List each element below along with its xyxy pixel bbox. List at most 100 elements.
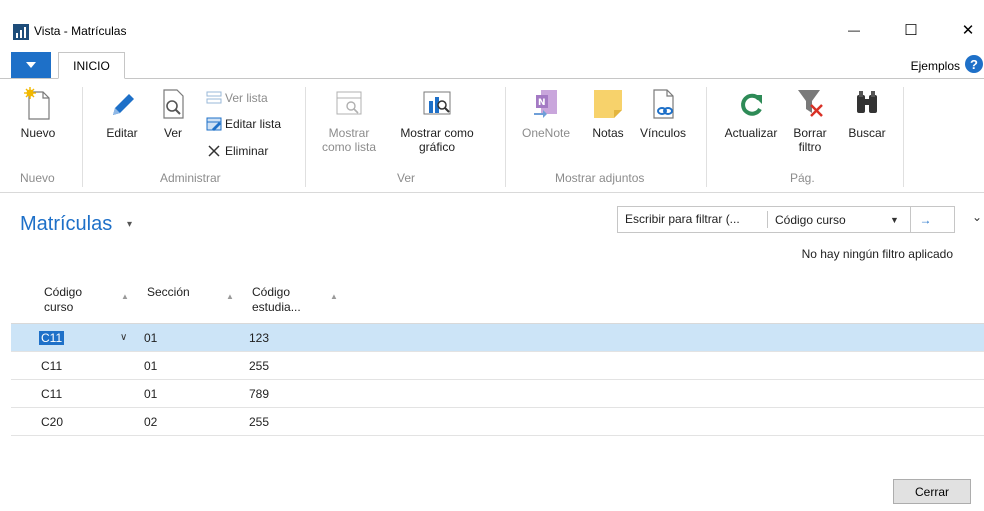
maximize-icon: ☐ (904, 22, 918, 39)
actualizar-button[interactable]: Actualizar (718, 85, 784, 140)
cell-text: C11 (39, 331, 65, 345)
binoculars-icon (849, 85, 885, 123)
title-bar: Vista - Matrículas — ☐ ✕ (0, 0, 984, 48)
cell-codigo-curso: C11 (41, 387, 63, 401)
clear-filter-icon (792, 85, 828, 123)
mostrar-grafico-label-1: Mostrar como (400, 126, 474, 140)
mostrar-lista-label-2: como lista (321, 140, 377, 154)
cell-codigo-estudiante: 255 (249, 415, 270, 429)
close-icon: ✕ (961, 22, 975, 39)
cell-codigo-estudiante: 255 (249, 359, 270, 373)
ver-lista-button[interactable]: Ver lista (205, 88, 268, 108)
mostrar-como-grafico-button[interactable]: Mostrar como gráfico (394, 85, 480, 154)
editar-label: Editar (106, 126, 138, 140)
notas-label: Notas (592, 126, 624, 140)
minimize-button[interactable]: — (836, 18, 872, 42)
triangle-down-icon (26, 62, 36, 68)
cell-seccion: 02 (144, 415, 158, 429)
table-row[interactable]: C11 01 789 (11, 380, 984, 408)
group-label-nuevo: Nuevo (20, 171, 55, 185)
ver-lista-label: Ver lista (225, 91, 268, 105)
file-menu-button[interactable] (11, 52, 51, 78)
onenote-button[interactable]: N OneNote (516, 85, 576, 140)
filter-go-button[interactable]: → (910, 207, 940, 232)
show-as-list-icon (331, 85, 367, 123)
cell-codigo-estudiante: 123 (249, 331, 270, 345)
show-as-chart-icon (419, 85, 455, 123)
borrar-filtro-button[interactable]: Borrar filtro (789, 85, 831, 154)
group-label-mostrar-adjuntos: Mostrar adjuntos (555, 171, 645, 185)
tab-inicio[interactable]: INICIO (58, 52, 125, 79)
mostrar-como-lista-button[interactable]: Mostrar como lista (318, 85, 380, 154)
cell-seccion: 01 (144, 331, 158, 345)
onenote-icon: N (528, 85, 564, 123)
vinculos-button[interactable]: Vínculos (638, 85, 688, 140)
buscar-button[interactable]: Buscar (845, 85, 889, 140)
onenote-label: OneNote (521, 126, 571, 140)
column-header-codigo-estudiante[interactable]: Código estudia... (252, 285, 301, 315)
editar-button[interactable]: Editar (100, 85, 144, 140)
nuevo-button[interactable]: Nuevo (16, 85, 60, 140)
view-document-icon (155, 85, 191, 123)
vinculos-label: Vínculos (639, 126, 687, 140)
borrar-filtro-label-2: filtro (798, 140, 822, 154)
column-header-codigo-curso[interactable]: Código curso (44, 285, 82, 315)
group-label-pag: Pág. (790, 171, 815, 185)
column-header-label: estudia... (252, 300, 301, 314)
link-document-icon (645, 85, 681, 123)
sort-arrow-icon[interactable]: ▲ (330, 292, 338, 301)
cell-seccion: 01 (144, 359, 158, 373)
edit-list-icon (205, 116, 223, 132)
cell-codigo-curso: C11 (41, 359, 63, 373)
actualizar-label: Actualizar (724, 126, 778, 140)
column-header-label: Sección (147, 285, 190, 299)
page-title: Matrículas (20, 213, 113, 235)
sort-arrow-icon[interactable]: ▲ (226, 292, 234, 301)
table-row[interactable]: C11 ∨ 01 123 (11, 324, 984, 352)
table-row[interactable]: C20 02 255 (11, 408, 984, 436)
editar-lista-label: Editar lista (225, 117, 282, 131)
mostrar-grafico-label-2: gráfico (418, 140, 456, 154)
cell-codigo-estudiante: 789 (249, 387, 270, 401)
cell-codigo-curso[interactable]: C11 (39, 331, 65, 345)
filter-field-select[interactable]: Código curso (768, 213, 890, 227)
close-window-button[interactable]: ✕ (950, 18, 984, 42)
refresh-icon (733, 85, 769, 123)
collapse-filter-icon[interactable]: ⌄ (972, 210, 982, 224)
mostrar-lista-label-1: Mostrar (328, 126, 370, 140)
notas-button[interactable]: Notas (588, 85, 628, 140)
row-dropdown-icon[interactable]: ∨ (120, 332, 127, 343)
ver-button[interactable]: Ver (156, 85, 190, 140)
cerrar-button[interactable]: Cerrar (893, 479, 971, 504)
ribbon-separator (305, 87, 306, 187)
ver-label: Ver (163, 126, 182, 140)
borrar-filtro-label-1: Borrar (793, 126, 827, 140)
chevron-down-icon[interactable]: ▼ (890, 215, 910, 225)
app-logo-icon (13, 24, 29, 40)
ribbon-separator (82, 87, 83, 187)
ribbon-tab-row: INICIO Ejemplos ? (0, 52, 984, 79)
help-icon[interactable]: ? (965, 55, 983, 73)
column-header-seccion[interactable]: Sección (147, 285, 190, 300)
page-title-dropdown-icon[interactable]: ▾ (127, 219, 132, 230)
column-header-label: Código (252, 285, 291, 299)
ribbon-separator (903, 87, 904, 187)
minimize-icon: — (848, 23, 860, 37)
filter-bar: Escribir para filtrar (... Código curso … (617, 206, 955, 233)
ribbon-separator (505, 87, 506, 187)
buscar-label: Buscar (848, 126, 886, 140)
filter-input[interactable]: Escribir para filtrar (... (618, 211, 768, 228)
editar-lista-button[interactable]: Editar lista (205, 114, 281, 134)
nuevo-label: Nuevo (20, 126, 56, 140)
sort-arrow-icon[interactable]: ▲ (121, 292, 129, 301)
new-document-icon (20, 85, 56, 123)
eliminar-button[interactable]: Eliminar (205, 141, 268, 161)
column-header-label: Código (44, 285, 83, 299)
group-label-ver: Ver (397, 171, 416, 185)
arrow-right-icon: → (919, 212, 932, 227)
maximize-button[interactable]: ☐ (893, 18, 929, 42)
eliminar-label: Eliminar (225, 144, 269, 158)
ejemplos-link[interactable]: Ejemplos (911, 59, 960, 73)
column-header-label: curso (44, 300, 74, 314)
table-row[interactable]: C11 01 255 (11, 352, 984, 380)
